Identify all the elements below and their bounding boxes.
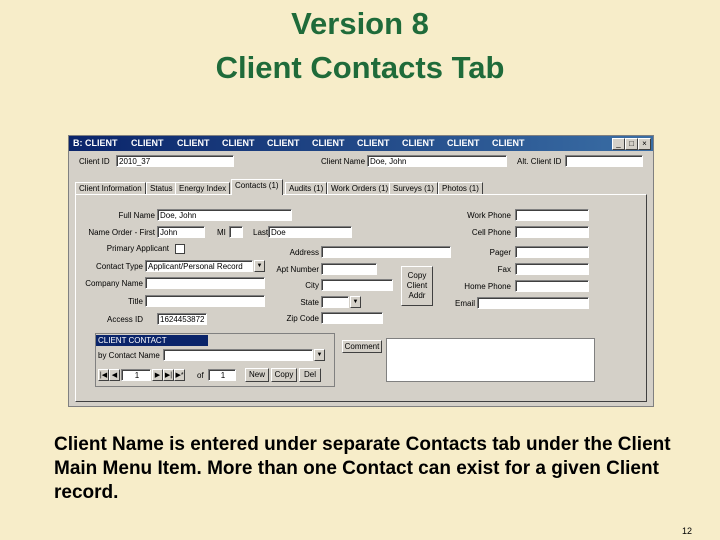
last-name-field[interactable]: Doe [268,226,352,238]
comment-button[interactable]: Comment [342,340,382,353]
chevron-down-icon[interactable]: ▼ [314,349,325,361]
client-name-field[interactable]: Doe, John [367,155,507,167]
first-record-icon[interactable]: |◀ [98,369,109,381]
titlebar-item: CLIENT [357,138,390,148]
minimize-button[interactable]: _ [612,138,625,150]
client-id-label: Client ID [79,157,110,166]
copy-button[interactable]: Copy [271,368,297,382]
home-phone-field[interactable] [515,280,589,292]
next-record-icon[interactable]: ▶ [152,369,163,381]
last-name-label: Last [253,228,269,237]
first-name-field[interactable]: John [157,226,205,238]
maximize-button[interactable]: □ [625,138,638,150]
chevron-down-icon[interactable]: ▼ [350,296,361,308]
cell-phone-field[interactable] [515,226,589,238]
email-label: Email [455,299,476,308]
fax-field[interactable] [515,263,589,275]
email-field[interactable] [477,297,589,309]
new-record-icon[interactable]: ▶* [174,369,185,381]
slide-title-line1: Version 8 [291,6,429,41]
company-name-label: Company Name [85,279,143,288]
chevron-down-icon[interactable]: ▼ [254,260,265,272]
work-phone-field[interactable] [515,209,589,221]
delete-button[interactable]: Del [299,368,321,382]
titlebar-item: CLIENT [131,138,164,148]
apt-number-field[interactable] [321,263,377,275]
title-label: Title [128,297,143,306]
contact-name-select[interactable] [163,349,313,361]
of-label: of [197,371,204,380]
record-number-field[interactable]: 1 [121,369,151,381]
primary-applicant-label: Primary Applicant [106,244,169,253]
close-button[interactable]: × [638,138,651,150]
slide-title-line2: Client Contacts Tab [215,50,505,85]
last-record-icon[interactable]: ▶| [163,369,174,381]
titlebar-item: CLIENT [312,138,345,148]
titlebar-item: CLIENT [492,138,525,148]
titlebar-item: CLIENT [222,138,255,148]
alt-client-id-label: Alt. Client ID [517,157,562,166]
alt-client-id-field[interactable] [565,155,643,167]
full-name-label: Full Name [118,211,155,220]
access-id-label: Access ID [106,315,143,324]
page-number: 12 [682,526,693,536]
primary-applicant-checkbox[interactable] [175,244,185,254]
titlebar-item: CLIENT [177,138,210,148]
company-name-field[interactable] [145,277,265,289]
address-label: Address [289,248,319,257]
mi-label: MI [217,228,226,237]
client-contact-header: CLIENT CONTACT [96,335,208,346]
title-field[interactable] [145,295,265,307]
home-phone-label: Home Phone [464,282,511,291]
contact-type-label: Contact Type [96,262,143,271]
address-field[interactable] [321,246,451,258]
work-phone-label: Work Phone [467,211,511,220]
copy-client-addr-button[interactable]: Copy Client Addr [401,266,433,306]
mi-field[interactable] [229,226,243,238]
access-id-field[interactable]: 1624453872 [157,313,207,325]
apt-number-label: Apt Number [276,265,319,274]
pager-field[interactable] [515,246,589,258]
application-window: B: CLIENT CLIENT CLIENT CLIENT CLIENT CL… [68,135,654,407]
titlebar-item: CLIENT [402,138,435,148]
slide-caption: Client Name is entered under separate Co… [54,434,671,503]
record-count-field: 1 [208,369,236,381]
state-label: State [300,298,319,307]
tab-contacts[interactable]: Contacts (1) [231,179,283,195]
by-contact-name-label: by Contact Name [98,351,160,360]
city-label: City [305,281,319,290]
window-titlebar: B: CLIENT CLIENT CLIENT CLIENT CLIENT CL… [69,136,653,151]
city-field[interactable] [321,279,393,291]
titlebar-item: CLIENT [267,138,300,148]
titlebar-item: CLIENT [447,138,480,148]
full-name-field[interactable]: Doe, John [157,209,292,221]
contact-type-select[interactable]: Applicant/Personal Record [145,260,253,272]
fax-label: Fax [497,265,511,274]
new-button[interactable]: New [245,368,269,382]
titlebar-item: B: CLIENT [73,138,118,148]
comment-memo[interactable] [386,338,595,382]
client-id-field[interactable]: 2010_37 [116,155,234,167]
state-field[interactable] [321,296,349,308]
client-name-label: Client Name [321,157,366,166]
name-order-first-label: Name Order - First [88,228,155,237]
zip-code-label: Zip Code [286,314,319,323]
prev-record-icon[interactable]: ◀ [109,369,120,381]
cell-phone-label: Cell Phone [471,228,511,237]
zip-code-field[interactable] [321,312,383,324]
pager-label: Pager [489,248,511,257]
